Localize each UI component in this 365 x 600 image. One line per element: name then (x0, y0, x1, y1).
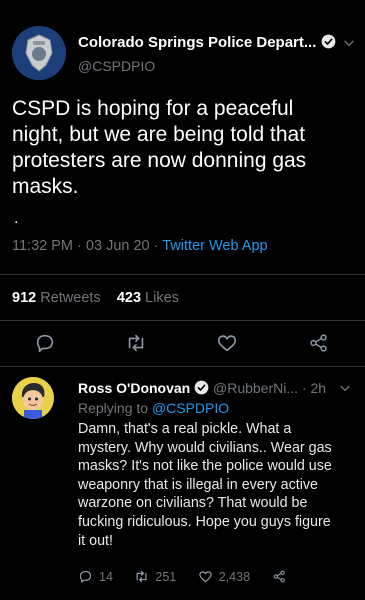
heart-icon (198, 571, 212, 583)
tweet-trailing-dot: . (14, 210, 19, 227)
tweet-time: 11:32 PM (12, 238, 73, 254)
author-name-row[interactable]: Colorado Springs Police Depart... (78, 34, 336, 51)
cartoon-avatar-icon (12, 377, 54, 419)
tweet-text: CSPD is hoping for a peaceful night, but… (12, 97, 307, 198)
reply-icon[interactable] (34, 332, 56, 354)
reply-author-handle[interactable]: @RubberNi... (213, 380, 298, 396)
reply-retweet-count: 251 (155, 569, 177, 584)
reply-retweet-action[interactable]: 251 (134, 569, 176, 584)
tweet-meta: 11:32 PM · 03 Jun 20 · Twitter Web App (12, 238, 268, 254)
share-icon (273, 570, 285, 583)
likes-stat[interactable]: 423 Likes (117, 290, 179, 306)
chevron-down-icon[interactable] (338, 381, 352, 395)
heart-icon[interactable] (216, 332, 238, 354)
reply-author-name[interactable]: Ross O'Donovan (78, 380, 190, 396)
reply-age: 2h (310, 380, 327, 396)
likes-label: Likes (145, 290, 179, 306)
meta-separator: · (153, 238, 159, 254)
reply-reply-action[interactable]: 14 (78, 569, 113, 584)
replying-to-handle[interactable]: @CSPDPIO (152, 400, 229, 416)
share-icon[interactable] (308, 332, 330, 354)
replying-to-prefix: Replying to (78, 400, 149, 416)
reply-header: Ross O'Donovan @RubberNi... · 2h (78, 380, 326, 396)
author-handle[interactable]: @CSPDPIO (78, 58, 155, 74)
divider (0, 366, 365, 367)
retweets-count: 912 (12, 290, 37, 306)
author-name[interactable]: Colorado Springs Police Depart... (78, 34, 316, 51)
reply-text: Damn, that's a real pickle. What a myste… (78, 421, 332, 549)
tweet-stats: 912 Retweets 423 Likes (12, 290, 179, 306)
chevron-down-icon[interactable] (342, 36, 356, 50)
reply-author-avatar[interactable] (12, 377, 54, 419)
divider (0, 274, 365, 275)
reply-like-count: 2,438 (218, 569, 251, 584)
verified-badge-icon (321, 34, 335, 49)
verified-badge-icon (194, 380, 209, 395)
retweet-icon (136, 570, 147, 583)
retweet-icon[interactable] (125, 332, 147, 354)
reply-icon (79, 570, 92, 583)
replying-to: Replying to @CSPDPIO (78, 400, 229, 416)
tweet-source-link[interactable]: Twitter Web App (162, 238, 267, 254)
divider (0, 320, 365, 321)
reply-separator: · (301, 380, 307, 396)
reply-like-action[interactable]: 2,438 (198, 569, 250, 584)
reply-action-bar: 14 251 2,438 (78, 569, 287, 587)
author-avatar[interactable] (12, 26, 66, 80)
likes-count: 423 (116, 290, 142, 306)
meta-separator: · (77, 238, 82, 254)
retweets-stat[interactable]: 912 Retweets (12, 290, 101, 306)
tweet-date: 03 Jun 20 (85, 238, 150, 254)
reply-reply-count: 14 (99, 569, 113, 584)
retweets-label: Retweets (40, 290, 101, 306)
police-badge-icon (12, 26, 66, 80)
reply-share-action[interactable] (272, 569, 287, 584)
